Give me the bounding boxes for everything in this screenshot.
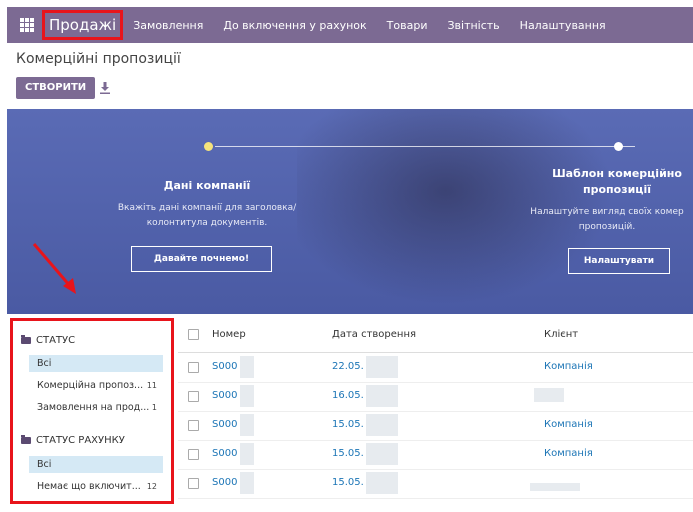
filter-count: 12 [146,482,157,491]
redacted-area [530,483,580,491]
row-number[interactable]: S000 [212,477,237,488]
row-number[interactable]: S000 [212,361,237,372]
row-client[interactable]: Компанія [544,448,593,459]
redacted-area [366,414,398,436]
row-date[interactable]: 15.05. [332,419,364,430]
status-filter-all[interactable]: Всі [29,355,163,372]
step-1-dot [204,142,213,151]
folder-icon [21,335,31,344]
step-2-description-line2: пропозицій. [578,222,636,232]
filter-count: 1 [151,403,157,412]
filter-count: 11 [146,381,157,390]
column-header-number[interactable]: Номер [212,329,246,340]
annotation-arrow-icon [32,243,76,294]
row-date[interactable]: 22.05. [332,361,364,372]
row-date[interactable]: 15.05. [332,477,364,488]
redacted-area [240,472,254,494]
row-client[interactable]: Компанія [544,419,593,430]
column-header-date[interactable]: Дата створення [332,329,416,340]
table-row[interactable]: S000 22.05. Компанія [178,353,693,383]
invoice-status-filter-header: СТАТУС РАХУНКУ [21,435,125,446]
row-checkbox[interactable] [188,420,199,431]
step-2-title-line2: пропозиції [583,183,651,196]
redacted-area [366,472,398,494]
row-checkbox[interactable] [188,362,199,373]
progress-line [215,146,635,147]
step-2-description-line1: Налаштуйте вигляд своїх комер [530,207,684,217]
row-client[interactable]: Компанія [544,361,593,372]
filter-label: Всі [37,358,52,369]
nav-item-reporting[interactable]: Звітність [447,19,499,32]
redacted-area [366,385,398,407]
row-date[interactable]: 15.05. [332,448,364,459]
row-number[interactable]: S000 [212,419,237,430]
filter-label: Всі [37,459,52,470]
invoice-filter-all[interactable]: Всі [29,456,163,473]
step-2-dot [614,142,623,151]
nav-item-configuration[interactable]: Налаштування [520,19,606,32]
row-number[interactable]: S000 [212,448,237,459]
nav-item-products[interactable]: Товари [387,19,428,32]
table-row[interactable]: S000 15.05. Компанія [178,411,693,441]
filter-label: Комерційна пропоз... [37,380,144,391]
onboarding-banner: Дані компанії Вкажіть дані компанії для … [7,109,693,314]
page-title: Комерційні пропозиції [16,51,181,67]
folder-icon [21,435,31,444]
table-row[interactable]: S000 15.05. [178,469,693,499]
status-filter-sales-order[interactable]: Замовлення на прод... 1 [29,399,163,416]
redacted-area [534,388,564,402]
step-1-title: Дані компанії [163,179,251,192]
apps-grid-icon[interactable] [20,18,34,32]
configure-button[interactable]: Налаштувати [568,248,670,274]
step-1-description-line1: Вкажіть дані компанії для заголовка/ [117,203,297,213]
row-checkbox[interactable] [188,449,199,460]
status-filter-header: СТАТУС [21,335,75,346]
app-brand-sales[interactable]: Продажі [42,10,124,40]
invoice-status-filter-title: СТАТУС РАХУНКУ [36,435,125,446]
column-header-client[interactable]: Клієнт [544,329,578,340]
row-number[interactable]: S000 [212,390,237,401]
create-button[interactable]: СТВОРИТИ [16,77,96,99]
row-date[interactable]: 16.05. [332,390,364,401]
status-filter-title: СТАТУС [36,335,76,346]
redacted-area [240,443,254,465]
redacted-area [240,356,254,378]
table-row[interactable]: S000 16.05. [178,382,693,412]
redacted-area [240,414,254,436]
top-navbar: Продажі Замовлення До включення у рахуно… [7,7,693,43]
invoice-filter-nothing-to-invoice[interactable]: Немає що включит... 12 [29,478,163,495]
row-checkbox[interactable] [188,478,199,489]
select-all-checkbox[interactable] [188,329,199,340]
step-2-title-line1: Шаблон комерційно [552,167,682,180]
status-filter-quotation[interactable]: Комерційна пропоз... 11 [29,377,163,394]
filter-sidebar: СТАТУС Всі Комерційна пропоз... 11 Замов… [10,318,174,504]
step-1-description-line2: колонтитула документів. [146,218,268,228]
filter-label: Немає що включит... [37,481,141,492]
filter-label: Замовлення на прод... [37,402,150,413]
table-header-row: Номер Дата створення Клієнт [178,318,693,353]
redacted-area [240,385,254,407]
nav-item-to-invoice[interactable]: До включення у рахунок [223,19,366,32]
row-checkbox[interactable] [188,391,199,402]
get-started-button[interactable]: Давайте почнемо! [131,246,272,272]
table-row[interactable]: S000 15.05. Компанія [178,440,693,470]
redacted-area [366,443,398,465]
download-icon[interactable] [100,82,110,94]
redacted-area [366,356,398,378]
nav-item-orders[interactable]: Замовлення [133,19,203,32]
